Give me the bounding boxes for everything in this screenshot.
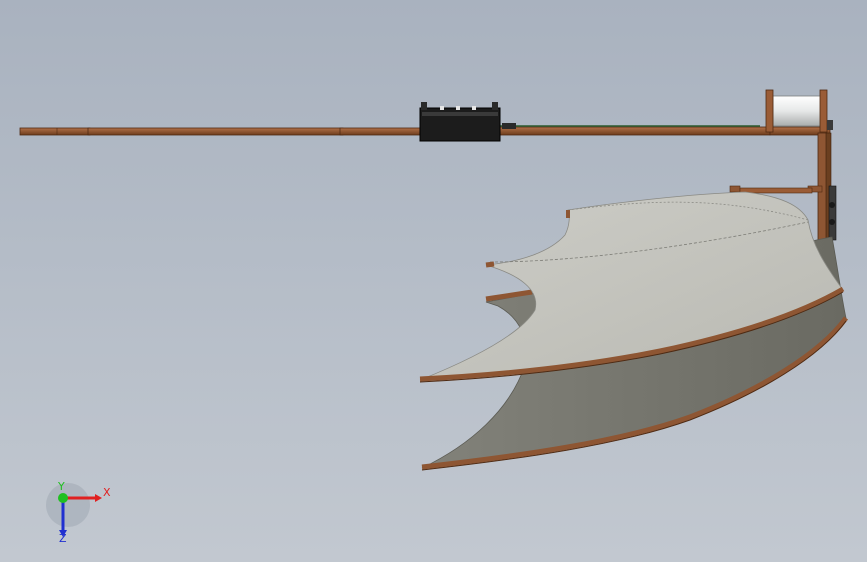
z-axis-label: Z xyxy=(59,532,67,545)
cad-viewport[interactable]: X Y Z xyxy=(0,0,867,562)
triad-shadow-icon xyxy=(46,483,90,527)
model-canvas[interactable]: X Y Z xyxy=(0,0,867,562)
x-axis-label: X xyxy=(103,486,111,499)
spool-part[interactable] xyxy=(765,89,833,133)
y-axis-icon xyxy=(58,493,68,503)
y-axis-label: Y xyxy=(57,480,65,493)
coordinate-triad: X Y Z xyxy=(46,480,111,545)
